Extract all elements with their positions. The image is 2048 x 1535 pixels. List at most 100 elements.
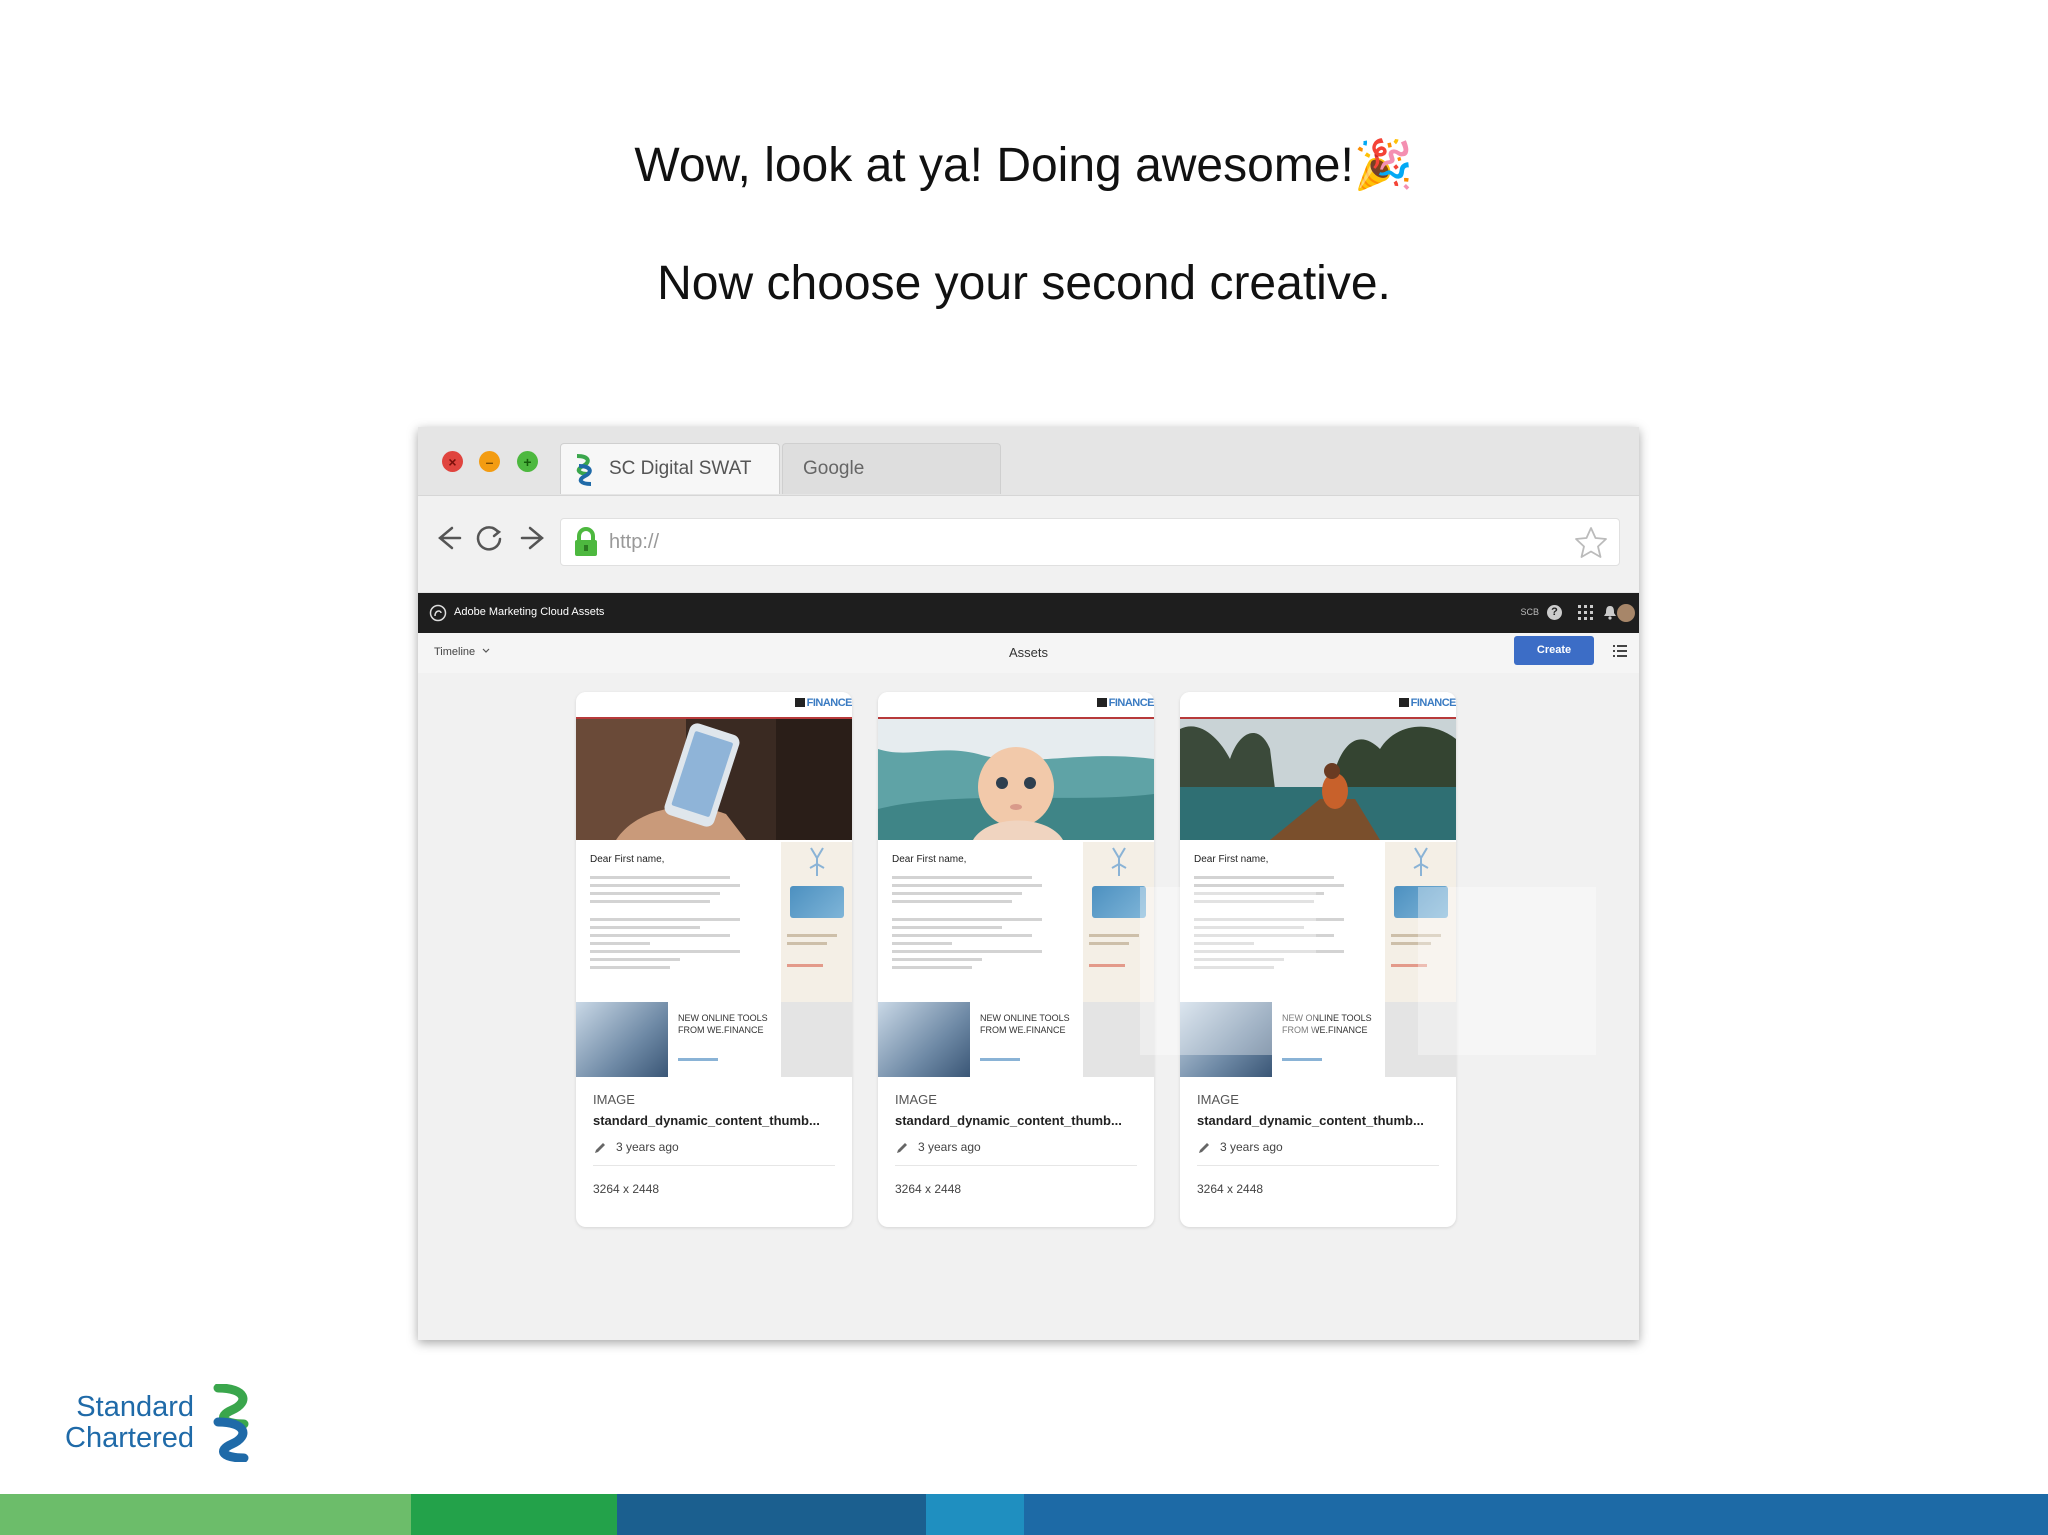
email-body-preview: Dear First name, bbox=[1180, 842, 1456, 1002]
back-icon[interactable] bbox=[432, 522, 464, 554]
asset-card[interactable]: FINANCE Dear First name, NEW ONLINE TOOL… bbox=[1180, 692, 1456, 1227]
bell-icon[interactable] bbox=[1603, 605, 1617, 620]
brand-label: FINANCE bbox=[794, 697, 852, 709]
offer-panel bbox=[1385, 842, 1456, 1002]
tab-label: Google bbox=[803, 458, 865, 479]
forward-icon[interactable] bbox=[518, 522, 550, 554]
create-button[interactable]: Create bbox=[1514, 636, 1594, 665]
modified-info: 3 years ago bbox=[1197, 1140, 1439, 1158]
asset-filename[interactable]: standard_dynamic_content_thumb... bbox=[593, 1113, 835, 1128]
modified-time: 3 years ago bbox=[1220, 1140, 1283, 1154]
reload-icon[interactable] bbox=[473, 522, 505, 554]
address-bar[interactable]: http:// bbox=[560, 518, 1620, 566]
asset-meta: IMAGE standard_dynamic_content_thumb... … bbox=[1197, 1092, 1439, 1196]
org-switcher[interactable]: SCB bbox=[1520, 607, 1539, 617]
asset-type: IMAGE bbox=[593, 1092, 635, 1107]
help-icon[interactable]: ? bbox=[1547, 605, 1562, 620]
credit-card-image bbox=[1394, 886, 1448, 918]
minimize-icon[interactable]: – bbox=[479, 451, 500, 472]
promo-heading: NEW ONLINE TOOLS FROM WE.FINANCE bbox=[1282, 1013, 1372, 1035]
credit-card-image bbox=[790, 886, 844, 918]
footer-stripe-segment bbox=[0, 1494, 411, 1535]
offer-panel bbox=[1083, 842, 1154, 1002]
pencil-icon bbox=[595, 1143, 605, 1153]
credit-card-image bbox=[1092, 886, 1146, 918]
standard-chartered-mark-icon bbox=[213, 1384, 249, 1462]
list-view-icon[interactable] bbox=[1613, 645, 1627, 658]
star-icon[interactable] bbox=[1573, 525, 1609, 561]
tablet-photo bbox=[1180, 1002, 1272, 1077]
adobe-logo-icon bbox=[429, 604, 447, 622]
footer-stripe-segment bbox=[926, 1494, 1024, 1535]
pencil-icon bbox=[1199, 1143, 1209, 1153]
brand-label: FINANCE bbox=[1096, 697, 1154, 709]
maximize-icon[interactable]: + bbox=[517, 451, 538, 472]
plane-icon bbox=[1413, 847, 1429, 876]
browser-toolbar: http:// bbox=[418, 495, 1639, 592]
tablet-photo bbox=[878, 1002, 970, 1077]
greeting: Dear First name, bbox=[590, 854, 665, 865]
asset-meta: IMAGE standard_dynamic_content_thumb... … bbox=[593, 1092, 835, 1196]
modified-info: 3 years ago bbox=[593, 1140, 835, 1158]
modified-time: 3 years ago bbox=[918, 1140, 981, 1154]
photo-smartphone bbox=[576, 719, 852, 840]
asset-thumbnail: FINANCE Dear First name, NEW ONLINE TOOL… bbox=[1180, 692, 1456, 1077]
avatar[interactable] bbox=[1617, 604, 1635, 622]
photo-baby bbox=[878, 719, 1154, 840]
logo-line1: Standard bbox=[76, 1391, 194, 1423]
asset-dimensions: 3264 x 2448 bbox=[895, 1182, 962, 1196]
promo-heading: NEW ONLINE TOOLS FROM WE.FINANCE bbox=[980, 1013, 1070, 1035]
lock-icon bbox=[575, 527, 597, 556]
tab-label: SC Digital SWAT bbox=[609, 458, 752, 479]
photo-boat bbox=[1180, 719, 1456, 840]
promo-heading: NEW ONLINE TOOLS FROM WE.FINANCE bbox=[678, 1013, 768, 1035]
assets-toolbar: Timeline Assets Create bbox=[418, 633, 1639, 673]
asset-type: IMAGE bbox=[1197, 1092, 1239, 1107]
footer-stripe-segment bbox=[617, 1494, 926, 1535]
browser-window: × – + SC Digital SWAT Google http:// Ado… bbox=[418, 427, 1639, 1340]
page-title: Assets bbox=[1008, 645, 1048, 660]
asset-meta: IMAGE standard_dynamic_content_thumb... … bbox=[895, 1092, 1137, 1196]
offer-panel bbox=[781, 842, 852, 1002]
party-popper-icon: 🎉 bbox=[1353, 139, 1414, 192]
email-body-preview: Dear First name, bbox=[878, 842, 1154, 1002]
headline-line2: Now choose your second creative. bbox=[657, 257, 1391, 310]
address-text: http:// bbox=[609, 531, 660, 553]
close-icon[interactable]: × bbox=[442, 451, 463, 472]
headline-text: Wow, look at ya! Doing awesome! bbox=[634, 139, 1354, 192]
app-header: Adobe Marketing Cloud Assets SCB ? bbox=[418, 593, 1639, 633]
tab-google[interactable]: Google bbox=[782, 443, 1001, 494]
asset-card[interactable]: FINANCE Dear First name, NEW ONLINE TOOL… bbox=[576, 692, 852, 1227]
greeting: Dear First name, bbox=[1194, 854, 1269, 865]
standard-chartered-tab-icon bbox=[576, 454, 592, 486]
asset-type: IMAGE bbox=[895, 1092, 937, 1107]
asset-thumbnail: FINANCE Dear First name, NEW ONLINE TOOL… bbox=[576, 692, 852, 1077]
modified-info: 3 years ago bbox=[895, 1140, 1137, 1158]
logo-line2: Chartered bbox=[65, 1422, 194, 1454]
footer-stripe-segment bbox=[411, 1494, 617, 1535]
app-title: Adobe Marketing Cloud Assets bbox=[454, 606, 605, 618]
browser-chrome: × – + SC Digital SWAT Google http:// bbox=[418, 427, 1639, 593]
pencil-icon bbox=[897, 1143, 907, 1153]
promo-strip: NEW ONLINE TOOLS FROM WE.FINANCE bbox=[878, 1002, 1154, 1077]
asset-card[interactable]: FINANCE Dear First name, NEW ONLINE TOOL… bbox=[878, 692, 1154, 1227]
greeting: Dear First name, bbox=[892, 854, 967, 865]
tablet-photo bbox=[576, 1002, 668, 1077]
email-body-preview: Dear First name, bbox=[576, 842, 852, 1002]
standard-chartered-logo: Standard Chartered bbox=[52, 1384, 256, 1462]
modified-time: 3 years ago bbox=[616, 1140, 679, 1154]
plane-icon bbox=[809, 847, 825, 876]
asset-dimensions: 3264 x 2448 bbox=[1197, 1182, 1264, 1196]
footer-stripe-segment bbox=[1024, 1494, 2048, 1535]
promo-strip: NEW ONLINE TOOLS FROM WE.FINANCE bbox=[1180, 1002, 1456, 1077]
headline-line1: Wow, look at ya! Doing awesome!🎉 bbox=[0, 136, 2048, 193]
plane-icon bbox=[1111, 847, 1127, 876]
brand-label: FINANCE bbox=[1398, 697, 1456, 709]
apps-grid-icon[interactable] bbox=[1578, 605, 1593, 620]
tab-sc-digital-swat[interactable]: SC Digital SWAT bbox=[560, 443, 780, 494]
asset-thumbnail: FINANCE Dear First name, NEW ONLINE TOOL… bbox=[878, 692, 1154, 1077]
asset-filename[interactable]: standard_dynamic_content_thumb... bbox=[1197, 1113, 1439, 1128]
promo-strip: NEW ONLINE TOOLS FROM WE.FINANCE bbox=[576, 1002, 852, 1077]
asset-dimensions: 3264 x 2448 bbox=[593, 1182, 660, 1196]
asset-filename[interactable]: standard_dynamic_content_thumb... bbox=[895, 1113, 1137, 1128]
